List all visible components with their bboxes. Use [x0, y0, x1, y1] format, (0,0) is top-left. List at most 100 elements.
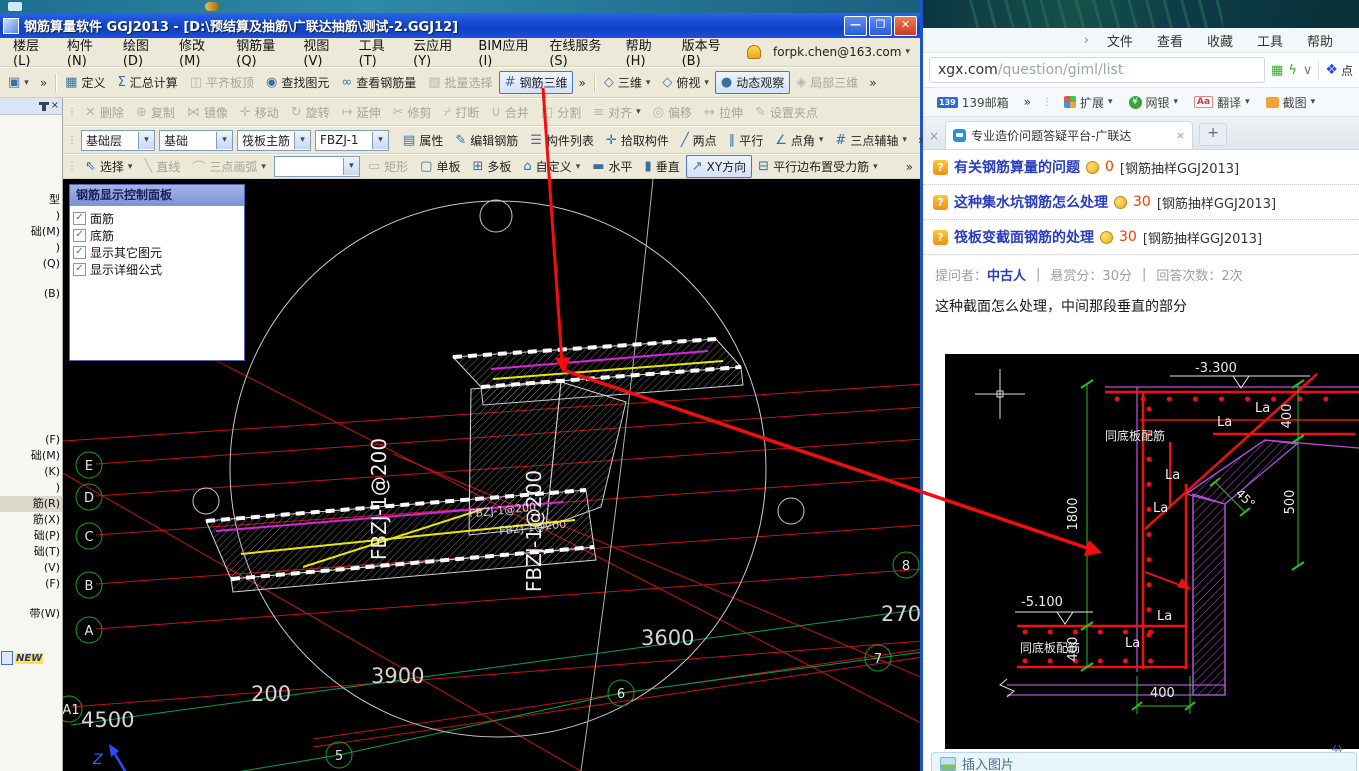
- bookmark-item[interactable]: ¥ 网银 ▾: [1123, 94, 1185, 111]
- checkbox-checked-icon[interactable]: ✓: [73, 246, 86, 259]
- sidebar-tree-item[interactable]: (K): [0, 464, 62, 480]
- sidebar-tree-item[interactable]: 础(M): [0, 224, 62, 240]
- insert-image-bar[interactable]: 插入图片: [931, 752, 1357, 771]
- qr-code-icon[interactable]: ▦: [1271, 63, 1282, 78]
- address-bar[interactable]: xgx.com /question/giml/list: [929, 57, 1265, 83]
- menu-item[interactable]: 帮助(H): [617, 32, 673, 72]
- toolbar-button[interactable]: ⋈镜像▾: [181, 101, 234, 124]
- toolbar-button[interactable]: ▢单板▾: [414, 155, 466, 178]
- question-list-item[interactable]: ? 有关钢筋算量的问题 0 [钢筋抽样GGJ2013]: [923, 150, 1359, 185]
- question-list-item[interactable]: ? 筏板变截面钢筋的处理 30 [钢筋抽样GGJ2013]: [923, 220, 1359, 255]
- sidebar-tree-item[interactable]: 型: [0, 192, 62, 208]
- toolbar-button[interactable]: ⌿打断▾: [438, 101, 486, 124]
- cad-detail-image[interactable]: -3.300 -5.100 1800 400 400 500 400 45° L…: [945, 354, 1359, 749]
- panel-title[interactable]: 钢筋显示控制面板: [70, 185, 244, 205]
- layer-tool-button[interactable]: ▣▾: [2, 72, 35, 93]
- toolbar-button[interactable]: ⊕复制▾: [130, 101, 181, 124]
- chevron-down-icon[interactable]: ∨: [1303, 63, 1313, 78]
- panel-checkbox-row[interactable]: ✓ 底筋: [73, 227, 241, 244]
- question-list-item[interactable]: ? 这种集水坑钢筋怎么处理 30 [钢筋抽样GGJ2013]: [923, 185, 1359, 220]
- toolbar-button[interactable]: ∥平行▾: [723, 129, 770, 152]
- toolbar-overflow-icon[interactable]: »: [864, 76, 881, 90]
- question-link[interactable]: 筏板变截面钢筋的处理: [954, 227, 1094, 247]
- asker-link[interactable]: 中古人: [987, 269, 1026, 284]
- pin-icon[interactable]: [42, 102, 46, 111]
- menu-item[interactable]: 版本号(B): [673, 32, 739, 72]
- sidebar-tree-item[interactable]: (B): [0, 286, 62, 302]
- panel-checkbox-row[interactable]: ✓ 显示详细公式: [73, 261, 241, 278]
- sidebar-tree-item[interactable]: 础(P): [0, 528, 62, 544]
- toolbar-button[interactable]: ↻旋转▾: [285, 101, 336, 124]
- toolbar-button[interactable]: ↗XY方向▾: [686, 155, 752, 178]
- toolbar-button[interactable]: ☰构件列表▾: [524, 129, 600, 152]
- toolbar-button[interactable]: ◫平齐板顶▾: [184, 71, 260, 94]
- browser-app-button[interactable]: ❖ 点: [1325, 62, 1353, 79]
- toolbar-button[interactable]: ✕删除▾: [79, 101, 130, 124]
- empty-combo-box[interactable]: ▾: [274, 156, 360, 177]
- toolbar-button[interactable]: ∞查看钢筋量▾: [335, 71, 422, 94]
- toolbar-button[interactable]: ╲直线▾: [138, 155, 186, 178]
- maximize-button[interactable]: ❐: [869, 16, 892, 36]
- browser-menu-item[interactable]: 收藏: [1195, 31, 1245, 50]
- bookmark-item[interactable]: 139 139邮箱: [931, 94, 1015, 111]
- toolbar-overflow-icon[interactable]: »: [901, 160, 918, 174]
- browser-menu-item[interactable]: 文件: [1095, 31, 1145, 50]
- toolbar-button[interactable]: #三点辅轴▾: [829, 129, 912, 152]
- toolbar-button[interactable]: ⊟平行边布置受力筋▾: [752, 155, 883, 178]
- tab-close-icon[interactable]: ×: [1176, 129, 1185, 142]
- menu-item[interactable]: BIM应用(I): [469, 32, 540, 72]
- toolbar-button[interactable]: ⌒三点画弧▾: [186, 154, 272, 179]
- toolbar-button[interactable]: ▧批量选择▾: [422, 71, 498, 94]
- sidebar-close-icon[interactable]: ×: [51, 101, 59, 111]
- menu-item[interactable]: 视图(V): [294, 32, 349, 72]
- toolbar-button[interactable]: ▦定义▾: [59, 71, 111, 94]
- menu-item[interactable]: 钢筋量(Q): [227, 32, 294, 72]
- bookmarks-overflow-icon[interactable]: »: [1019, 95, 1036, 109]
- bookmark-item[interactable]: 截图 ▾: [1260, 94, 1322, 111]
- browser-tab[interactable]: 专业造价问题答疑平台-广联达 ×: [945, 121, 1193, 149]
- menu-item[interactable]: 楼层(L): [4, 32, 58, 72]
- sidebar-tree-item[interactable]: (F): [0, 576, 62, 592]
- toolbar-button[interactable]: #钢筋三维▾: [499, 71, 574, 94]
- sidebar-tree-item[interactable]: 筋(R): [0, 496, 62, 512]
- desktop-icon[interactable]: [8, 2, 22, 11]
- toolbar-button[interactable]: ▬水平▾: [586, 155, 638, 178]
- desktop-icon[interactable]: [205, 2, 219, 11]
- bookmark-item[interactable]: 扩展 ▾: [1058, 94, 1119, 111]
- combo-box[interactable]: FBZJ-1 ▾: [315, 130, 389, 151]
- minimize-button[interactable]: —: [844, 16, 867, 36]
- view-toolbar-button[interactable]: ◇俯视▾: [656, 71, 715, 94]
- toolbar-button[interactable]: ◎偏移▾: [647, 101, 698, 124]
- menu-item[interactable]: 构件(N): [58, 32, 114, 72]
- menu-item[interactable]: 修改(M): [170, 32, 227, 72]
- sidebar-tree-item[interactable]: 础(M): [0, 448, 62, 464]
- sidebar-tree-item[interactable]: ): [0, 208, 62, 224]
- combo-box[interactable]: 基础 ▾: [159, 130, 233, 151]
- toolbar-button[interactable]: ▮垂直▾: [639, 155, 686, 178]
- toolbar-button[interactable]: ◉查找图元▾: [260, 71, 335, 94]
- speed-bolt-icon[interactable]: ϟ: [1288, 63, 1297, 78]
- panel-checkbox-row[interactable]: ✓ 面筋: [73, 210, 241, 227]
- close-button[interactable]: ✕: [894, 16, 917, 36]
- view-toolbar-button[interactable]: ◈局部三维▾: [790, 71, 864, 94]
- toolbar-overflow-icon[interactable]: »: [573, 76, 590, 90]
- checkbox-checked-icon[interactable]: ✓: [73, 263, 86, 276]
- menu-item[interactable]: 云应用(Y): [404, 32, 469, 72]
- view-toolbar-button[interactable]: ●动态观察▾: [715, 71, 790, 94]
- combo-box[interactable]: 筏板主筋 ▾: [237, 130, 311, 151]
- question-link[interactable]: 有关钢筋算量的问题: [954, 157, 1080, 177]
- sidebar-tree-item[interactable]: 带(W): [0, 606, 62, 622]
- menu-item[interactable]: 绘图(D): [114, 32, 170, 72]
- combo-box[interactable]: 基础层 ▾: [81, 130, 155, 151]
- sidebar-tree-item[interactable]: (Q): [0, 256, 62, 272]
- menu-item[interactable]: 工具(T): [350, 32, 404, 72]
- menu-item[interactable]: 在线服务(S): [540, 32, 616, 72]
- toolbar-button[interactable]: ∠点角▾: [769, 129, 829, 152]
- toolbar-button[interactable]: Σ汇总计算▾: [111, 71, 183, 94]
- toolbar-button[interactable]: ↦延伸▾: [336, 101, 387, 124]
- toolbar-button[interactable]: ⌂自定义▾: [517, 155, 586, 178]
- sidebar-tree-item[interactable]: (V): [0, 560, 62, 576]
- toolbar-button[interactable]: ≡对齐▾: [587, 101, 646, 124]
- toolbar-button[interactable]: ✂修剪▾: [387, 101, 438, 124]
- bookmark-item[interactable]: Aa 翻译 ▾: [1188, 94, 1256, 111]
